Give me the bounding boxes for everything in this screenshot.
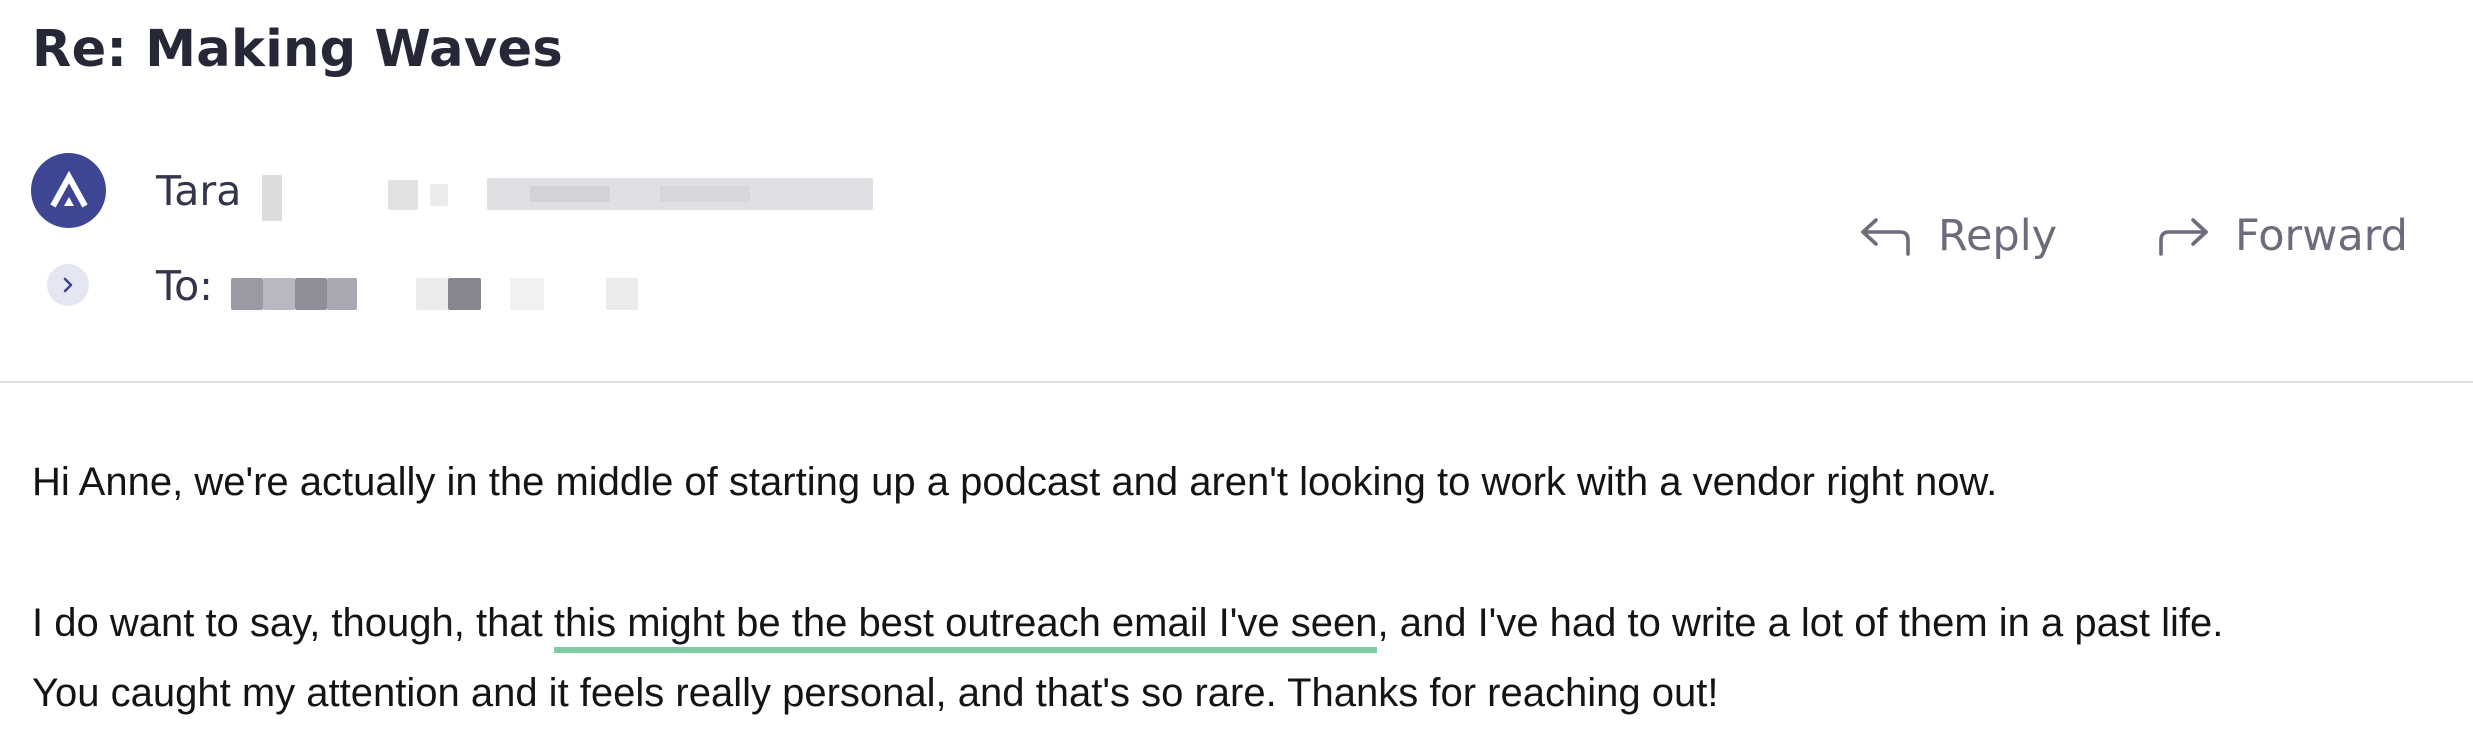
header-divider <box>0 381 2473 383</box>
body-paragraph-2: I do want to say, though, that this migh… <box>32 588 2223 728</box>
expand-recipients-button[interactable] <box>47 264 89 306</box>
body-text: I do want to say, though, that <box>32 601 554 645</box>
body-text: , and I've had to write a lot of them in… <box>1377 601 2224 645</box>
reply-label: Reply <box>1938 211 2058 261</box>
reply-button[interactable]: Reply <box>1858 203 2057 269</box>
to-label: To: <box>156 262 213 310</box>
reply-arrow-icon <box>1861 218 1910 256</box>
email-subject: Re: Making Waves <box>32 20 563 79</box>
sender-avatar[interactable] <box>31 153 106 228</box>
body-text: You caught my attention and it feels rea… <box>32 671 1719 715</box>
chevron-right-icon <box>63 277 73 293</box>
body-paragraph-1: Hi Anne, we're actually in the middle of… <box>32 460 1998 504</box>
forward-label: Forward <box>2235 211 2408 261</box>
forward-button[interactable]: Forward <box>2155 203 2408 269</box>
forward-arrow-icon <box>2159 218 2208 256</box>
logo-a-icon <box>49 170 88 207</box>
sender-name: Tara <box>156 167 242 215</box>
highlighted-phrase: this might be the best outreach email I'… <box>553 601 1378 653</box>
